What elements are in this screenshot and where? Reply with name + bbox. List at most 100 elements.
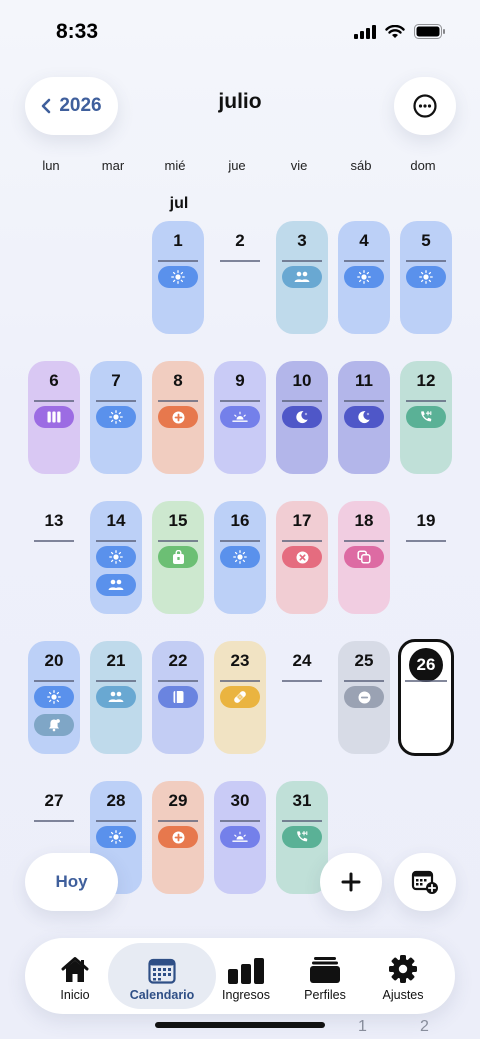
- calendar-day-6[interactable]: 6: [28, 361, 80, 474]
- calendar-day-30[interactable]: 30: [214, 781, 266, 894]
- calendar-day-18[interactable]: 18: [338, 501, 390, 614]
- day-number: 15: [168, 511, 188, 530]
- calendar-day-8[interactable]: 8: [152, 361, 204, 474]
- sun-icon: [47, 690, 61, 704]
- calendar-day-16[interactable]: 16: [214, 501, 266, 614]
- day-divider: [405, 680, 447, 682]
- calendar-day-29[interactable]: 29: [152, 781, 204, 894]
- calendar-day-24[interactable]: 24: [276, 641, 328, 754]
- event-badge[interactable]: [158, 686, 198, 708]
- sun-icon: [109, 410, 123, 424]
- event-badge[interactable]: [282, 406, 322, 428]
- calendar-day-10[interactable]: 10: [276, 361, 328, 474]
- day-number: 17: [292, 511, 312, 530]
- event-badge[interactable]: [96, 574, 136, 596]
- day-number: 19: [416, 511, 436, 530]
- day-divider: [282, 400, 322, 402]
- day-number: 28: [106, 791, 126, 810]
- day-number: 7: [111, 371, 121, 390]
- event-badge[interactable]: [406, 406, 446, 428]
- event-badge[interactable]: [158, 266, 198, 288]
- event-badge[interactable]: [96, 406, 136, 428]
- event-badge[interactable]: [406, 266, 446, 288]
- calendar-day-17[interactable]: 17: [276, 501, 328, 614]
- day-divider: [158, 260, 198, 262]
- day-number: 23: [230, 651, 250, 670]
- tab-ajustes[interactable]: Ajustes: [355, 943, 451, 1009]
- calendar-day-2[interactable]: 2: [214, 221, 266, 334]
- calendar-day-15[interactable]: 15: [152, 501, 204, 614]
- x-circle-icon: [296, 551, 309, 564]
- day-divider: [96, 400, 136, 402]
- day-number: 8: [173, 371, 183, 390]
- today-marker: 26: [409, 648, 443, 682]
- day-divider: [96, 820, 136, 822]
- day-number: 30: [230, 791, 250, 810]
- day-number: 2: [235, 231, 245, 250]
- calendar-day-26[interactable]: 26: [398, 639, 454, 756]
- calendar-day-4[interactable]: 4: [338, 221, 390, 334]
- event-badge[interactable]: [344, 406, 384, 428]
- event-badge[interactable]: [96, 546, 136, 568]
- event-badge[interactable]: [158, 826, 198, 848]
- calendar-day-23[interactable]: 23: [214, 641, 266, 754]
- calendar-day-9[interactable]: 9: [214, 361, 266, 474]
- day-divider: [220, 680, 260, 682]
- event-badge[interactable]: [220, 826, 260, 848]
- tab-label: Perfiles: [304, 988, 346, 1002]
- add-event-button[interactable]: [320, 853, 382, 911]
- day-divider: [220, 540, 260, 542]
- add-calendar-button[interactable]: [394, 853, 456, 911]
- event-badge[interactable]: [220, 546, 260, 568]
- day-divider: [34, 820, 74, 822]
- day-divider: [406, 400, 446, 402]
- event-badge[interactable]: [344, 686, 384, 708]
- event-badge[interactable]: [282, 546, 322, 568]
- calendar-day-12[interactable]: 12: [400, 361, 452, 474]
- day-divider: [34, 540, 74, 542]
- day-divider: [282, 820, 322, 822]
- calendar-day-7[interactable]: 7: [90, 361, 142, 474]
- event-badge[interactable]: [220, 406, 260, 428]
- day-number: 1: [173, 231, 183, 250]
- today-button[interactable]: Hoy: [25, 853, 118, 911]
- event-badge[interactable]: [282, 826, 322, 848]
- tab-bar: Inicio Calendario Ingresos Perfiles Ajustes: [25, 938, 455, 1014]
- calendar-day-3[interactable]: 3: [276, 221, 328, 334]
- calendar-day-13[interactable]: 13: [28, 501, 80, 614]
- gear-icon: [388, 954, 418, 984]
- event-badge[interactable]: [96, 686, 136, 708]
- day-number: 29: [168, 791, 188, 810]
- folders-icon: [309, 954, 341, 984]
- bell-icon: [47, 718, 61, 732]
- calendar-day-5[interactable]: 5: [400, 221, 452, 334]
- day-divider: [344, 400, 384, 402]
- people-icon: [294, 271, 310, 283]
- event-badge[interactable]: [344, 546, 384, 568]
- event-badge[interactable]: [34, 714, 74, 736]
- sun-icon: [109, 550, 123, 564]
- bars-icon: [227, 954, 265, 984]
- calendar-day-19[interactable]: 19: [400, 501, 452, 614]
- day-divider: [220, 400, 260, 402]
- sun-icon: [109, 830, 123, 844]
- event-badge[interactable]: [220, 686, 260, 708]
- calendar-day-11[interactable]: 11: [338, 361, 390, 474]
- day-divider: [406, 260, 446, 262]
- calendar-day-22[interactable]: 22: [152, 641, 204, 754]
- event-badge[interactable]: [96, 826, 136, 848]
- event-badge[interactable]: [34, 686, 74, 708]
- event-badge[interactable]: [282, 266, 322, 288]
- event-badge[interactable]: [158, 406, 198, 428]
- calendar-day-21[interactable]: 21: [90, 641, 142, 754]
- sunrise-icon: [232, 831, 248, 843]
- calendar-day-1[interactable]: 1: [152, 221, 204, 334]
- event-badge[interactable]: [158, 546, 198, 568]
- calendar-day-20[interactable]: 20: [28, 641, 80, 754]
- today-button-label: Hoy: [55, 872, 88, 891]
- event-badge[interactable]: [34, 406, 74, 428]
- event-badge[interactable]: [344, 266, 384, 288]
- day-divider: [282, 680, 322, 682]
- calendar-day-25[interactable]: 25: [338, 641, 390, 754]
- calendar-day-14[interactable]: 14: [90, 501, 142, 614]
